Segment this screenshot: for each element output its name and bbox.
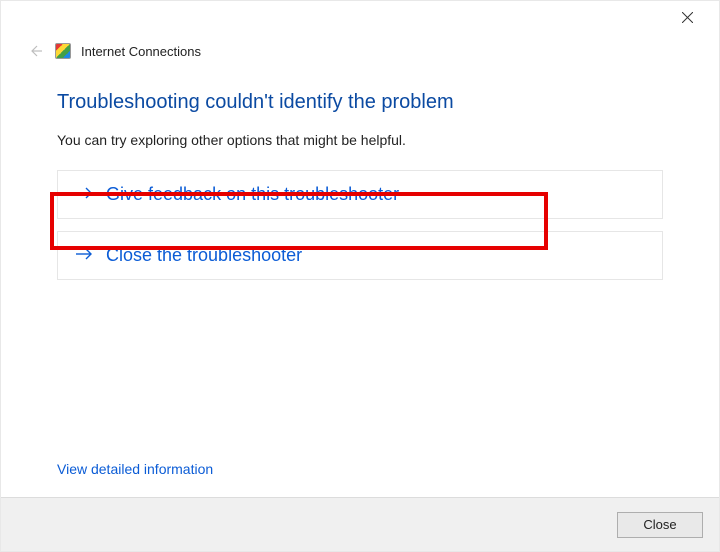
page-heading: Troubleshooting couldn't identify the pr… [57, 91, 663, 114]
back-arrow-icon [27, 43, 43, 59]
option-give-feedback[interactable]: Give feedback on this troubleshooter [57, 170, 663, 219]
troubleshooter-window: Internet Connections Troubleshooting cou… [0, 0, 720, 552]
back-button[interactable] [25, 41, 45, 61]
content-area: Troubleshooting couldn't identify the pr… [1, 61, 719, 497]
arrow-right-icon [74, 183, 94, 206]
page-subtext: You can try exploring other options that… [57, 132, 663, 148]
option-label: Give feedback on this troubleshooter [106, 184, 399, 205]
troubleshooter-icon [55, 43, 71, 59]
header-title: Internet Connections [81, 44, 201, 59]
close-icon [682, 12, 693, 23]
arrow-right-icon [74, 244, 94, 267]
header-row: Internet Connections [1, 33, 719, 61]
close-button[interactable]: Close [617, 512, 703, 538]
titlebar [1, 1, 719, 33]
window-close-button[interactable] [667, 2, 707, 32]
footer-bar: Close [1, 497, 719, 551]
option-label: Close the troubleshooter [106, 245, 302, 266]
option-close-troubleshooter[interactable]: Close the troubleshooter [57, 231, 663, 280]
view-detailed-information-link[interactable]: View detailed information [57, 461, 663, 477]
